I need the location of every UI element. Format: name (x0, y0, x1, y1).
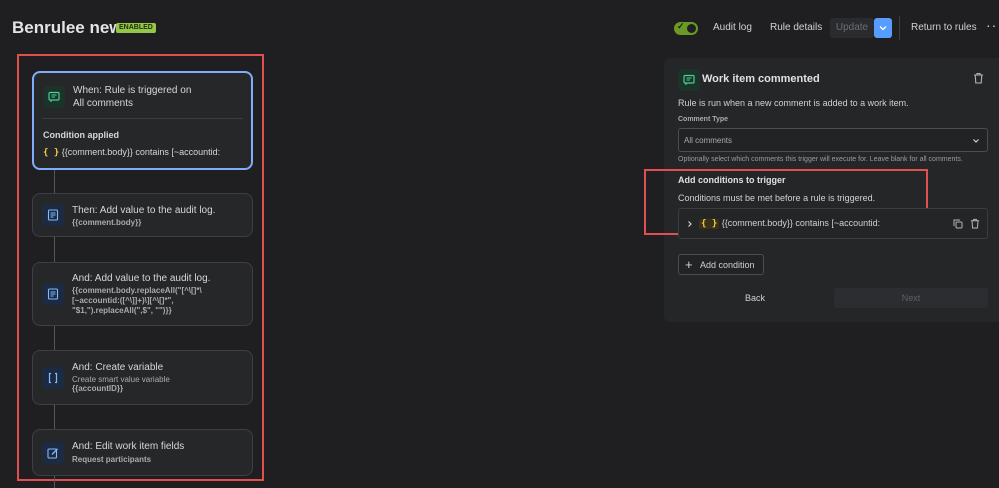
step-title: And: Add value to the audit log. (72, 273, 211, 284)
action-card[interactable]: And: Add value to the audit log. {{comme… (32, 262, 253, 326)
add-condition-button[interactable]: + Add condition (678, 254, 764, 275)
step-title: And: Edit work item fields (72, 441, 185, 452)
step-detail: {{accountID}} (72, 384, 124, 393)
card-divider (42, 118, 243, 119)
chevron-down-icon (973, 139, 979, 143)
braces-icon: { } (43, 148, 60, 158)
step-detail: {{comment.body}} (72, 218, 142, 227)
trigger-title: When: Rule is triggered on (73, 85, 192, 96)
audit-log-icon (42, 283, 64, 305)
condition-row[interactable]: { } {{comment.body}} contains [~accounti… (678, 208, 988, 239)
trash-icon[interactable] (970, 218, 980, 229)
flow-connector (54, 170, 55, 194)
action-card[interactable]: Then: Add value to the audit log. {{comm… (32, 193, 253, 237)
comment-type-label: Comment Type (678, 116, 729, 123)
trigger-subtitle: All comments (73, 98, 134, 109)
flow-connector (54, 237, 55, 263)
copy-icon[interactable] (953, 219, 963, 229)
panel-title: Work item commented (702, 73, 820, 85)
enable-toggle[interactable]: ✓ (674, 21, 698, 35)
next-button[interactable]: Next (834, 288, 988, 308)
step-detail: "$1,").replaceAll(",$", "")}} (72, 306, 172, 315)
step-title: Then: Add value to the audit log. (72, 205, 216, 216)
flow-connector (54, 476, 55, 488)
action-card[interactable]: And: Edit work item fields Request parti… (32, 429, 253, 476)
back-button[interactable]: Back (678, 288, 832, 308)
chevron-down-icon (879, 26, 887, 31)
plus-icon: + (685, 257, 693, 272)
conditions-heading: Add conditions to trigger (678, 175, 786, 185)
condition-applied-label: Condition applied (43, 130, 119, 140)
header-divider (899, 16, 900, 40)
comment-icon (43, 86, 65, 108)
comment-type-help: Optionally select which comments this tr… (678, 156, 963, 163)
delete-trigger-button[interactable] (973, 72, 984, 87)
update-button[interactable]: Update (830, 18, 874, 38)
toggle-knob (687, 24, 696, 33)
trigger-condition-text: {{comment.body}} contains [~accountid: (61, 147, 221, 157)
audit-log-icon (42, 204, 64, 226)
flow-connector (54, 326, 55, 351)
braces-icon: { } (699, 219, 720, 229)
comment-icon (678, 69, 700, 91)
trash-icon (974, 72, 983, 84)
rule-title: Benrulee new (12, 18, 123, 37)
trigger-card[interactable]: When: Rule is triggered on All comments … (32, 71, 253, 170)
chevron-right-icon[interactable] (686, 220, 694, 228)
audit-log-link[interactable]: Audit log (713, 22, 752, 33)
return-to-rules-link[interactable]: Return to rules (911, 22, 977, 33)
variable-icon (42, 367, 64, 389)
comment-type-value: All comments (684, 136, 733, 145)
step-title: And: Create variable (72, 362, 164, 373)
step-detail: Request participants (72, 455, 152, 464)
rule-details-link[interactable]: Rule details (770, 22, 822, 33)
condition-summary: { } {{comment.body}} contains [~accounti… (699, 218, 880, 229)
step-detail: [~accountid:([^\]]+)\][^\[]*", (72, 296, 174, 305)
panel-description: Rule is run when a new comment is added … (678, 98, 909, 108)
more-icon[interactable]: ··· (986, 17, 999, 33)
action-card[interactable]: And: Create variable Create smart value … (32, 350, 253, 405)
trigger-condition: { } {{comment.body}} contains [~accounti… (43, 147, 220, 158)
comment-type-select[interactable]: All comments (678, 128, 988, 152)
step-detail: {{comment.body.replaceAll("[^\[]*\ (72, 286, 202, 295)
check-icon: ✓ (677, 21, 685, 31)
status-badge: ENABLED (116, 23, 156, 33)
flow-connector (54, 405, 55, 430)
update-dropdown-button[interactable] (874, 18, 892, 38)
conditions-subtext: Conditions must be met before a rule is … (678, 193, 876, 203)
condition-text: {{comment.body}} contains [~accountid: (721, 218, 881, 228)
add-condition-label: Add condition (700, 260, 755, 270)
edit-icon (42, 442, 64, 464)
